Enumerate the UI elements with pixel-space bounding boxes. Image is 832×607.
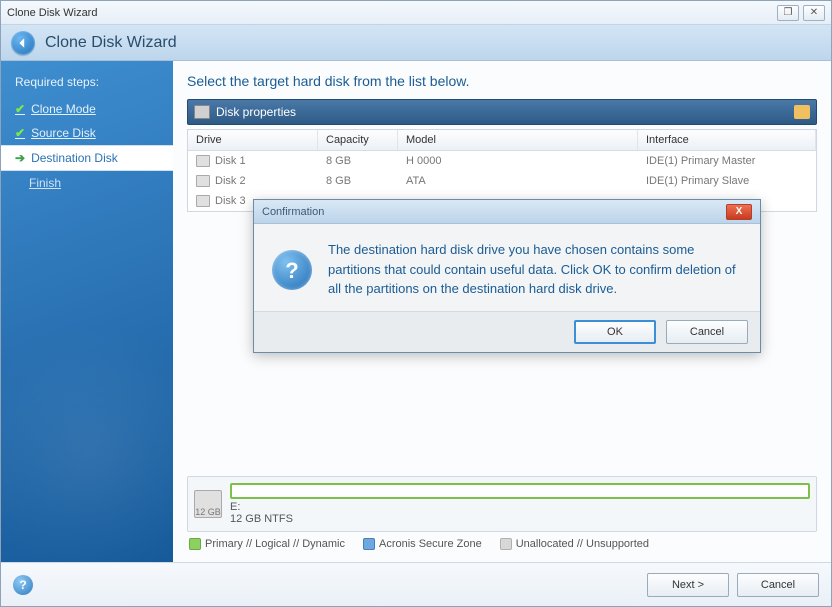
table-header: Drive Capacity Model Interface: [188, 130, 816, 151]
step-label: Clone Mode: [31, 102, 96, 116]
legend-swatch-unalloc: [500, 538, 512, 550]
col-interface[interactable]: Interface: [638, 130, 816, 150]
dialog-title: Confirmation: [262, 206, 324, 218]
close-button[interactable]: ✕: [803, 5, 825, 21]
disk-properties-bar[interactable]: Disk properties: [187, 99, 817, 125]
restore-button[interactable]: ❐: [777, 5, 799, 21]
dialog-cancel-button[interactable]: Cancel: [666, 320, 748, 344]
partition-detail: 12 GB NTFS: [230, 513, 293, 525]
check-icon: ✔: [15, 102, 25, 116]
legend-swatch-primary: [189, 538, 201, 550]
back-button[interactable]: [11, 31, 35, 55]
legend-swatch-secure: [363, 538, 375, 550]
partition-bar[interactable]: [230, 483, 810, 499]
disk-icon: [194, 105, 210, 119]
titlebar: Clone Disk Wizard ❐ ✕: [1, 1, 831, 25]
question-icon: ?: [272, 250, 312, 290]
arrow-left-icon: [17, 37, 29, 49]
step-source-disk[interactable]: ✔ Source Disk: [1, 121, 173, 145]
columns-menu-icon[interactable]: [794, 105, 810, 119]
help-button[interactable]: ?: [13, 575, 33, 595]
col-model[interactable]: Model: [398, 130, 638, 150]
propsbar-label: Disk properties: [216, 105, 296, 119]
step-finish[interactable]: Finish: [1, 171, 173, 195]
dialog-message: The destination hard disk drive you have…: [328, 240, 742, 299]
steps-sidebar: Required steps: ✔ Clone Mode ✔ Source Di…: [1, 61, 173, 562]
cancel-button[interactable]: Cancel: [737, 573, 819, 597]
wizard-header: Clone Disk Wizard: [1, 25, 831, 61]
check-icon: ✔: [15, 126, 25, 140]
wizard-title: Clone Disk Wizard: [45, 34, 177, 52]
table-row[interactable]: Disk 1 8 GB H 0000 IDE(1) Primary Master: [188, 151, 816, 171]
col-capacity[interactable]: Capacity: [318, 130, 398, 150]
partition-map: 12 GB E: 12 GB NTFS: [187, 476, 817, 532]
dialog-close-button[interactable]: X: [726, 204, 752, 220]
legend: Primary // Logical // Dynamic Acronis Se…: [187, 532, 817, 550]
disk-icon: [196, 175, 210, 187]
disk-icon: [196, 195, 210, 207]
ok-button[interactable]: OK: [574, 320, 656, 344]
table-row[interactable]: Disk 2 8 GB ATA IDE(1) Primary Slave: [188, 171, 816, 191]
disk-icon: [196, 155, 210, 167]
partition-letter: E:: [230, 501, 240, 513]
window-title: Clone Disk Wizard: [7, 7, 777, 19]
step-label: Source Disk: [31, 126, 96, 140]
step-destination-disk[interactable]: ➔ Destination Disk: [1, 145, 173, 171]
next-button[interactable]: Next >: [647, 573, 729, 597]
step-clone-mode[interactable]: ✔ Clone Mode: [1, 97, 173, 121]
step-label: Finish: [29, 176, 61, 190]
step-label: Destination Disk: [31, 151, 118, 165]
confirmation-dialog: Confirmation X ? The destination hard di…: [253, 199, 761, 353]
sidebar-header: Required steps:: [1, 71, 173, 97]
footer: ? Next > Cancel: [1, 562, 831, 606]
main-title: Select the target hard disk from the lis…: [187, 73, 817, 89]
app-window: Clone Disk Wizard ❐ ✕ Clone Disk Wizard …: [0, 0, 832, 607]
arrow-right-icon: ➔: [15, 151, 25, 165]
disk-icon: 12 GB: [194, 490, 222, 518]
dialog-titlebar: Confirmation X: [254, 200, 760, 224]
col-drive[interactable]: Drive: [188, 130, 318, 150]
